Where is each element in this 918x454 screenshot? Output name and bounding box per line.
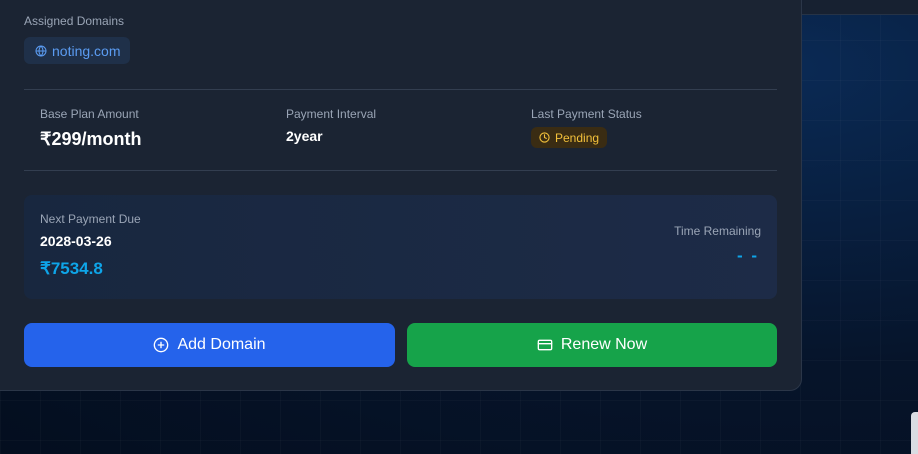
- time-remaining-value: - -: [736, 246, 759, 265]
- payment-interval-label: Payment Interval: [286, 107, 377, 121]
- domain-chip-noting-com[interactable]: noting.com: [24, 37, 131, 64]
- section-divider-top: [24, 89, 777, 90]
- last-payment-status-label: Last Payment Status: [531, 107, 642, 121]
- section-divider-bottom: [24, 170, 777, 171]
- subscription-card: Assigned Domains noting.com Base Plan Am…: [0, 0, 802, 391]
- clock-icon: [539, 132, 550, 143]
- status-text: Pending: [555, 130, 600, 145]
- renew-now-button[interactable]: Renew Now: [407, 323, 777, 367]
- add-domain-label: Add Domain: [177, 336, 266, 353]
- base-plan-amount-value: ₹299/month: [40, 129, 142, 149]
- plus-circle-icon: [154, 337, 169, 353]
- globe-icon: [35, 45, 47, 56]
- next-payment-date: 2028-03-26: [40, 233, 112, 249]
- assigned-domains-label: Assigned Domains: [24, 14, 125, 28]
- renew-now-label: Renew Now: [560, 336, 648, 353]
- next-payment-due-label: Next Payment Due: [40, 212, 141, 226]
- next-payment-amount: ₹7534.8: [40, 259, 103, 278]
- domain-name: noting.com: [52, 42, 121, 59]
- payment-interval-value: 2year: [286, 128, 323, 144]
- status-badge: Pending: [531, 127, 608, 148]
- page-scrollbar-thumb[interactable]: [911, 412, 918, 454]
- base-plan-amount-label: Base Plan Amount: [40, 107, 139, 121]
- time-remaining-label: Time Remaining: [674, 224, 761, 238]
- next-payment-panel: Next Payment Due 2028-03-26 ₹7534.8 Time…: [24, 195, 777, 299]
- credit-card-icon: [537, 339, 553, 351]
- add-domain-button[interactable]: Add Domain: [24, 323, 395, 367]
